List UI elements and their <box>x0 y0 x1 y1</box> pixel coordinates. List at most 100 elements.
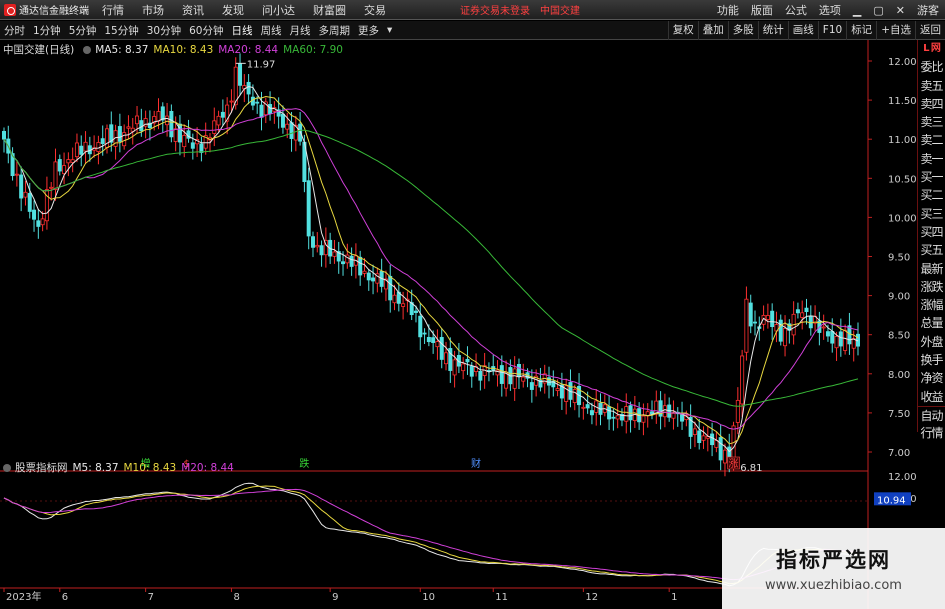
menu-wealth[interactable]: 财富圈 <box>304 2 355 18</box>
panel-earnings: 收益 <box>920 389 943 404</box>
candle <box>62 152 67 185</box>
panel-header[interactable]: L 网 <box>918 40 945 58</box>
candle <box>36 208 41 239</box>
menu-quotes[interactable]: 行情 <box>93 2 133 18</box>
candle <box>783 315 788 357</box>
maximize-icon[interactable]: ▢ <box>867 4 889 17</box>
draw-line-button[interactable]: 画线 <box>787 21 818 40</box>
candle-body <box>280 113 285 128</box>
price-tick-label: 8.50 <box>888 331 910 342</box>
chart-area[interactable]: 12.00 11.50 11.00 10.50 10.00 9.50 9.00 8.50 8.0… <box>0 40 917 609</box>
candle-body <box>62 165 67 175</box>
candle-body <box>585 404 590 409</box>
candle <box>735 387 740 435</box>
multi-stock-button[interactable]: 多股 <box>727 21 758 40</box>
candle <box>332 239 337 264</box>
candle-body <box>680 414 685 422</box>
menu-market[interactable]: 市场 <box>133 2 173 18</box>
candle <box>366 268 371 291</box>
candle <box>23 180 28 206</box>
candle-body <box>444 352 449 365</box>
app-window: 通达信金融终端 行情 市场 资讯 发现 问小达 财富圈 交易 证券交易未登录 中… <box>0 0 945 609</box>
candle <box>87 136 92 162</box>
period-daily[interactable]: 日线 <box>228 23 257 38</box>
candle <box>748 294 753 334</box>
add-watchlist-button[interactable]: +自选 <box>876 21 915 40</box>
back-button[interactable]: 返回 <box>915 21 945 40</box>
f10-button[interactable]: F10 <box>817 21 846 40</box>
period-30min[interactable]: 30分钟 <box>143 23 185 38</box>
overlay-button[interactable]: 叠加 <box>697 21 728 40</box>
candle-body <box>529 382 534 390</box>
menu-function[interactable]: 功能 <box>711 2 745 18</box>
watermark-url: www.xuezhibiao.com <box>765 578 902 593</box>
login-notice[interactable]: 证券交易未登录 <box>455 2 535 17</box>
candle <box>813 305 818 331</box>
candle <box>418 302 423 351</box>
period-monthly[interactable]: 月线 <box>286 23 315 38</box>
period-60min[interactable]: 60分钟 <box>185 23 227 38</box>
menu-options[interactable]: 选项 <box>813 2 847 18</box>
candle <box>220 99 225 126</box>
candle-body <box>607 406 612 420</box>
candle-body <box>362 270 367 274</box>
candle <box>765 303 770 329</box>
candle-body <box>753 321 758 324</box>
panel-auto[interactable]: 自动 <box>918 405 945 424</box>
candle-body <box>36 220 41 227</box>
menu-right: 功能 版面 公式 选项 ▁ ▢ ✕ 游客 <box>711 0 945 20</box>
period-15min[interactable]: 15分钟 <box>100 23 142 38</box>
period-more[interactable]: 更多 <box>354 23 383 38</box>
candle <box>619 408 624 427</box>
candle-body <box>671 412 676 419</box>
event-mark: 财 <box>471 457 481 470</box>
panel-change: 涨跌 <box>920 279 943 294</box>
candle <box>628 401 633 433</box>
menu-trade[interactable]: 交易 <box>355 2 395 18</box>
minimize-icon[interactable]: ▁ <box>847 4 867 17</box>
candle <box>83 131 88 164</box>
candle <box>774 311 779 343</box>
chevron-down-icon[interactable]: ▾ <box>383 24 396 36</box>
candle <box>680 401 685 430</box>
period-timeshare[interactable]: 分时 <box>0 23 29 38</box>
candle-body <box>710 433 715 446</box>
event-mark: 涨 <box>729 458 739 470</box>
settings-dot-icon[interactable] <box>83 45 92 54</box>
menu-formula[interactable]: 公式 <box>779 2 813 18</box>
menu-discover[interactable]: 发现 <box>213 2 253 18</box>
candle-body <box>392 294 397 304</box>
candle-body <box>27 193 32 212</box>
high-label: 11.97 <box>247 59 276 70</box>
period-multi[interactable]: 多周期 <box>315 23 355 38</box>
panel-bid2: 买二 <box>920 188 943 203</box>
menu-news[interactable]: 资讯 <box>173 2 213 18</box>
period-weekly[interactable]: 周线 <box>257 23 286 38</box>
candle <box>126 115 131 140</box>
sub-settings-dot-icon[interactable] <box>3 463 11 472</box>
mark-button[interactable]: 标记 <box>846 21 876 40</box>
menu-guest[interactable]: 游客 <box>911 2 945 18</box>
candle <box>744 286 749 361</box>
candle <box>323 227 328 268</box>
price-tick-label: 11.00 <box>888 135 917 146</box>
close-icon[interactable]: ✕ <box>890 4 911 17</box>
period-1min[interactable]: 1分钟 <box>29 23 65 38</box>
period-5min[interactable]: 5分钟 <box>65 23 101 38</box>
candle-body <box>838 331 843 347</box>
panel-bid1: 买一 <box>920 170 943 185</box>
candle-body <box>469 366 474 377</box>
candle <box>306 167 311 250</box>
candle <box>491 354 496 376</box>
restore-rights-button[interactable]: 复权 <box>667 21 698 40</box>
sub-m5-value: M5: 8.37 <box>72 461 119 474</box>
kline-chart[interactable]: 12.00 11.50 11.00 10.50 10.00 9.50 9.00 8.50 8.0… <box>0 40 917 609</box>
candle-body <box>624 406 629 422</box>
menu-ask[interactable]: 问小达 <box>253 2 304 18</box>
statistics-button[interactable]: 统计 <box>757 21 788 40</box>
candle <box>212 107 217 147</box>
candle-body <box>435 341 440 348</box>
candle-body <box>572 389 577 403</box>
menu-layout[interactable]: 版面 <box>745 2 779 18</box>
panel-quotes[interactable]: 行情 <box>918 424 945 442</box>
